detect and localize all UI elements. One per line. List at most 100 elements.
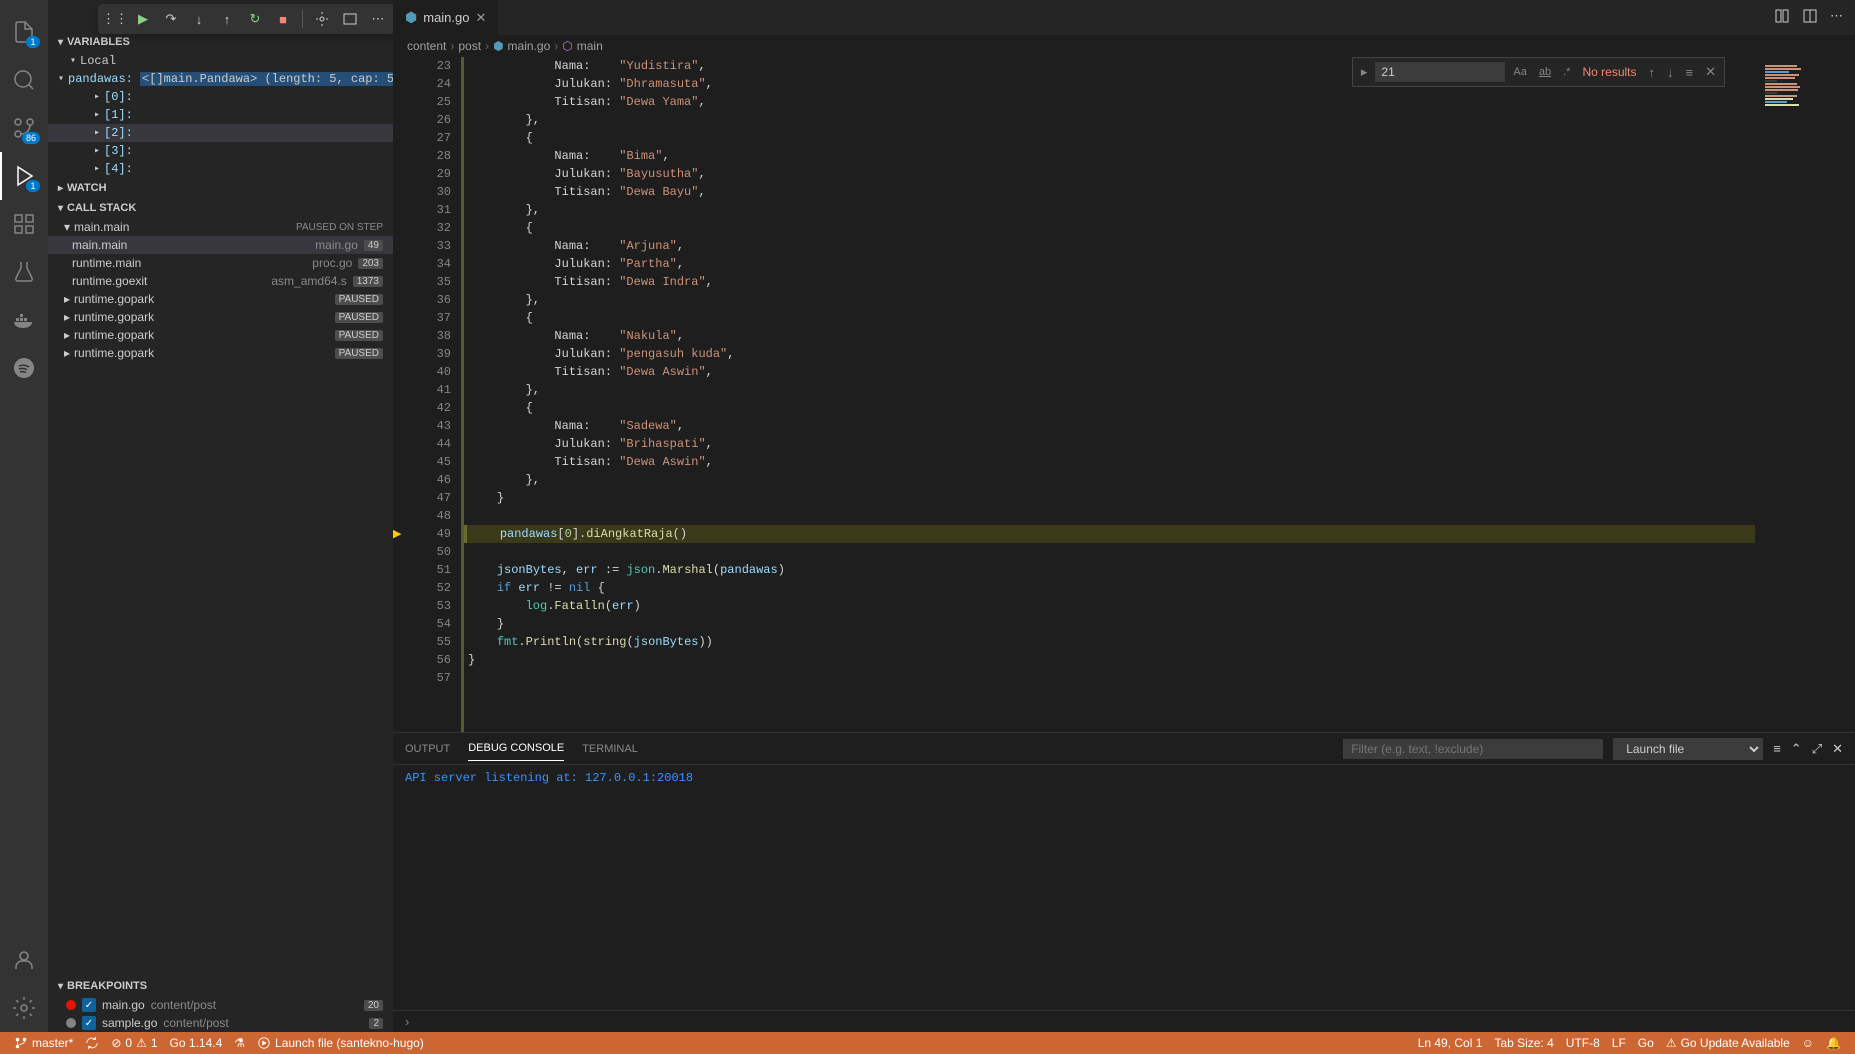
prev-match-icon[interactable]: ↑ — [1645, 63, 1660, 82]
debug-console-icon[interactable] — [337, 6, 363, 32]
find-input[interactable] — [1375, 62, 1505, 82]
minimap[interactable] — [1755, 57, 1855, 732]
tab-output[interactable]: OUTPUT — [405, 737, 450, 761]
go-version[interactable]: Go 1.14.4 — [164, 1036, 229, 1050]
thread-item[interactable]: ▸runtime.goparkPAUSED — [48, 290, 393, 308]
breadcrumb[interactable]: content › post › ⬢ main.go › ⬡ main — [393, 35, 1855, 57]
language-mode[interactable]: Go — [1632, 1036, 1660, 1050]
callstack-thread[interactable]: ▾main.main PAUSED ON STEP — [48, 218, 393, 236]
var-item[interactable]: ▸[1]: — [48, 106, 393, 124]
thread-item[interactable]: ▸runtime.goparkPAUSED — [48, 308, 393, 326]
chevron-right-icon: ▸ — [94, 127, 100, 139]
tab-main-go[interactable]: ⬢ main.go ✕ — [393, 0, 499, 35]
chevron-right-icon: ▸ — [64, 346, 70, 360]
chevron-right-icon[interactable]: ▸ — [1357, 62, 1372, 82]
compare-icon[interactable] — [1774, 8, 1790, 27]
stop-button[interactable]: ■ — [270, 6, 296, 32]
frame-name: main.main — [72, 238, 127, 252]
stack-frame[interactable]: runtime.mainproc.go203 — [48, 254, 393, 272]
variables-header[interactable]: ▾ VARIABLES — [48, 32, 393, 52]
breakpoint-item[interactable]: ✓sample.gocontent/post2 — [48, 1014, 393, 1032]
sync-button[interactable] — [79, 1036, 105, 1050]
var-index: [0]: — [104, 90, 133, 104]
drag-handle-icon[interactable]: ⋮⋮ — [102, 6, 128, 32]
go-update[interactable]: ⚠ Go Update Available — [1660, 1036, 1796, 1050]
code-area[interactable]: Nama: "Yudistira", Julukan: "Dhramasuta"… — [461, 57, 1755, 732]
explorer-icon[interactable]: 1 — [0, 8, 48, 56]
stack-frame[interactable]: runtime.goexitasm_amd64.s1373 — [48, 272, 393, 290]
chevron-right-icon: ▸ — [64, 310, 70, 324]
eol[interactable]: LF — [1606, 1036, 1632, 1050]
watch-header[interactable]: ▸ WATCH — [48, 178, 393, 198]
step-over-button[interactable]: ↷ — [158, 6, 184, 32]
debug-settings-icon[interactable] — [309, 6, 335, 32]
account-icon[interactable] — [0, 936, 48, 984]
problems-button[interactable]: ⊘0 ⚠1 — [105, 1036, 163, 1050]
var-pandawas[interactable]: ▾ pandawas: <[]main.Pandawa> (length: 5,… — [48, 70, 393, 88]
encoding[interactable]: UTF-8 — [1560, 1036, 1606, 1050]
search-icon[interactable] — [0, 56, 48, 104]
callstack-header[interactable]: ▾ CALL STACK — [48, 198, 393, 218]
debug-toolbar: ⋮⋮ ▶ ↷ ↓ ↑ ↻ ■ ⋯ — [98, 4, 393, 34]
more-icon[interactable]: ⋯ — [365, 6, 391, 32]
thread-item[interactable]: ▸runtime.goparkPAUSED — [48, 326, 393, 344]
editor-tabs: ⬢ main.go ✕ ⋯ — [393, 0, 1855, 35]
breakpoint-line: 2 — [369, 1018, 383, 1029]
repl-input-row[interactable]: › — [393, 1010, 1855, 1032]
console-filter-input[interactable] — [1343, 739, 1603, 759]
git-branch[interactable]: master* — [8, 1036, 79, 1050]
breadcrumb-segment[interactable]: main.go — [508, 39, 551, 53]
collapse-panel-icon[interactable]: ⌃ — [1791, 741, 1802, 757]
extensions-icon[interactable] — [0, 200, 48, 248]
breadcrumb-segment[interactable]: post — [458, 39, 481, 53]
source-control-icon[interactable]: 86 — [0, 104, 48, 152]
match-case-icon[interactable]: Aa — [1509, 64, 1530, 80]
var-item[interactable]: ▸[3]: — [48, 142, 393, 160]
close-panel-icon[interactable]: ✕ — [1832, 741, 1843, 757]
continue-button[interactable]: ▶ — [130, 6, 156, 32]
breakpoints-header[interactable]: ▾ BREAKPOINTS — [48, 976, 393, 996]
next-match-icon[interactable]: ↓ — [1663, 63, 1678, 82]
find-in-selection-icon[interactable]: ≡ — [1682, 63, 1698, 82]
breadcrumb-segment[interactable]: main — [577, 39, 603, 53]
var-item[interactable]: ▸[2]: — [48, 124, 393, 142]
more-actions-icon[interactable]: ⋯ — [1830, 8, 1843, 27]
breakpoint-checkbox[interactable]: ✓ — [82, 1016, 96, 1030]
debug-icon[interactable]: 1 — [0, 152, 48, 200]
var-item[interactable]: ▸[0]: — [48, 88, 393, 106]
step-into-button[interactable]: ↓ — [186, 6, 212, 32]
debug-launch-status[interactable]: Launch file (santekno-hugo) — [251, 1036, 430, 1050]
stack-frame[interactable]: main.mainmain.go49 — [48, 236, 393, 254]
docker-icon[interactable] — [0, 296, 48, 344]
close-icon[interactable]: ✕ — [475, 10, 486, 26]
scope-local[interactable]: ▾ Local — [48, 52, 393, 70]
breakpoint-item[interactable]: ✓main.gocontent/post20 — [48, 996, 393, 1014]
close-icon[interactable]: ✕ — [1701, 62, 1720, 82]
settings-gear-icon[interactable] — [0, 984, 48, 1032]
thread-item[interactable]: ▸runtime.goparkPAUSED — [48, 344, 393, 362]
cursor-position[interactable]: Ln 49, Col 1 — [1412, 1036, 1489, 1050]
clear-console-icon[interactable]: ≡ — [1773, 741, 1781, 756]
whole-word-icon[interactable]: ab — [1535, 64, 1555, 80]
thread-name: runtime.gopark — [74, 346, 154, 360]
indentation[interactable]: Tab Size: 4 — [1488, 1036, 1559, 1050]
restart-button[interactable]: ↻ — [242, 6, 268, 32]
split-editor-icon[interactable] — [1802, 8, 1818, 27]
launch-config-select[interactable]: Launch file — [1613, 738, 1763, 760]
tab-debug-console[interactable]: DEBUG CONSOLE — [468, 736, 564, 761]
editor-body[interactable]: ▸ Aa ab .* No results ↑ ↓ ≡ ✕ ▶ 23242526… — [393, 57, 1855, 732]
tab-terminal[interactable]: TERMINAL — [582, 737, 638, 761]
feedback-icon[interactable]: ☺ — [1796, 1036, 1820, 1050]
var-item[interactable]: ▸[4]: — [48, 160, 393, 178]
regex-icon[interactable]: .* — [1559, 64, 1574, 80]
frame-name: runtime.goexit — [72, 274, 147, 288]
test-icon[interactable] — [0, 248, 48, 296]
breakpoint-dot-icon — [66, 1018, 76, 1028]
step-out-button[interactable]: ↑ — [214, 6, 240, 32]
notifications-icon[interactable]: 🔔 — [1820, 1036, 1847, 1050]
analysis-tools-icon[interactable]: ⚗ — [228, 1036, 251, 1050]
breakpoint-checkbox[interactable]: ✓ — [82, 998, 96, 1012]
spotify-icon[interactable] — [0, 344, 48, 392]
maximize-panel-icon[interactable]: ⤢ — [1812, 741, 1822, 757]
breadcrumb-segment[interactable]: content — [407, 39, 446, 53]
